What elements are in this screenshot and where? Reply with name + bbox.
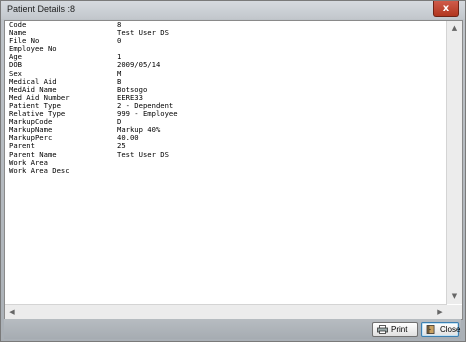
window-close-button[interactable]: x [433,1,459,17]
scroll-right-icon[interactable]: ▶ [433,305,447,319]
vertical-scrollbar[interactable]: ▲ ▼ [446,21,462,304]
detail-row: Code 8 [9,21,445,29]
detail-value: Test User DS [117,149,169,159]
patient-details-window: Patient Details :8 x Code 8 Name Test User … [0,0,466,342]
detail-row: MarkupPerc 40.00 [9,134,445,142]
detail-row: Age 1 [9,53,445,61]
scrollbar-corner [447,305,462,319]
detail-row: MarkupCode D [9,118,445,126]
detail-row: Work Area Desc [9,165,445,175]
door-close-icon [426,325,435,334]
detail-row: Employee No [9,45,445,53]
detail-row: File No 0 [9,37,445,45]
detail-value: 0 [117,36,122,46]
detail-value: Test User DS [117,28,169,38]
details-list: Code 8 Name Test User DS File No 0 Employee No… [9,21,445,305]
detail-value: 2009/05/14 [117,60,161,70]
detail-row: MarkupName Markup 40% [9,126,445,134]
detail-row: Work Area [9,158,445,167]
print-button[interactable]: Print [372,322,418,337]
close-button[interactable]: Close [421,322,461,337]
detail-row: Parent 25 [9,142,445,150]
detail-row: MedAid Name Botsogo [9,85,445,94]
print-button-label: Print [391,325,408,334]
scroll-up-icon[interactable]: ▲ [447,21,462,36]
close-button-label: Close [440,325,461,334]
detail-row: DOB 2009/05/14 [9,61,445,69]
title-bar[interactable]: Patient Details :8 x [1,1,465,19]
detail-row: Sex M [9,69,445,78]
horizontal-scrollbar[interactable]: ◀ ▶ [5,304,447,319]
detail-value: 999 - Employee [117,109,178,119]
detail-row: Med Aid Number EERE33 [9,93,445,102]
printer-icon [377,325,388,334]
detail-row: Patient Type 2 - Dependent [9,101,445,110]
scroll-left-icon[interactable]: ◀ [5,305,19,319]
detail-row: Parent Name Test User DS [9,149,445,159]
detail-row: Relative Type 999 - Employee [9,109,445,119]
detail-row: Medical Aid B [9,77,445,86]
window-title: Patient Details :8 [7,4,76,14]
scroll-down-icon[interactable]: ▼ [447,289,462,304]
detail-row: Name Test User DS [9,28,445,38]
button-bar: Print Close [4,319,461,339]
details-panel: Code 8 Name Test User DS File No 0 Employee No… [4,20,463,320]
detail-label: Work Area Desc [9,165,70,175]
